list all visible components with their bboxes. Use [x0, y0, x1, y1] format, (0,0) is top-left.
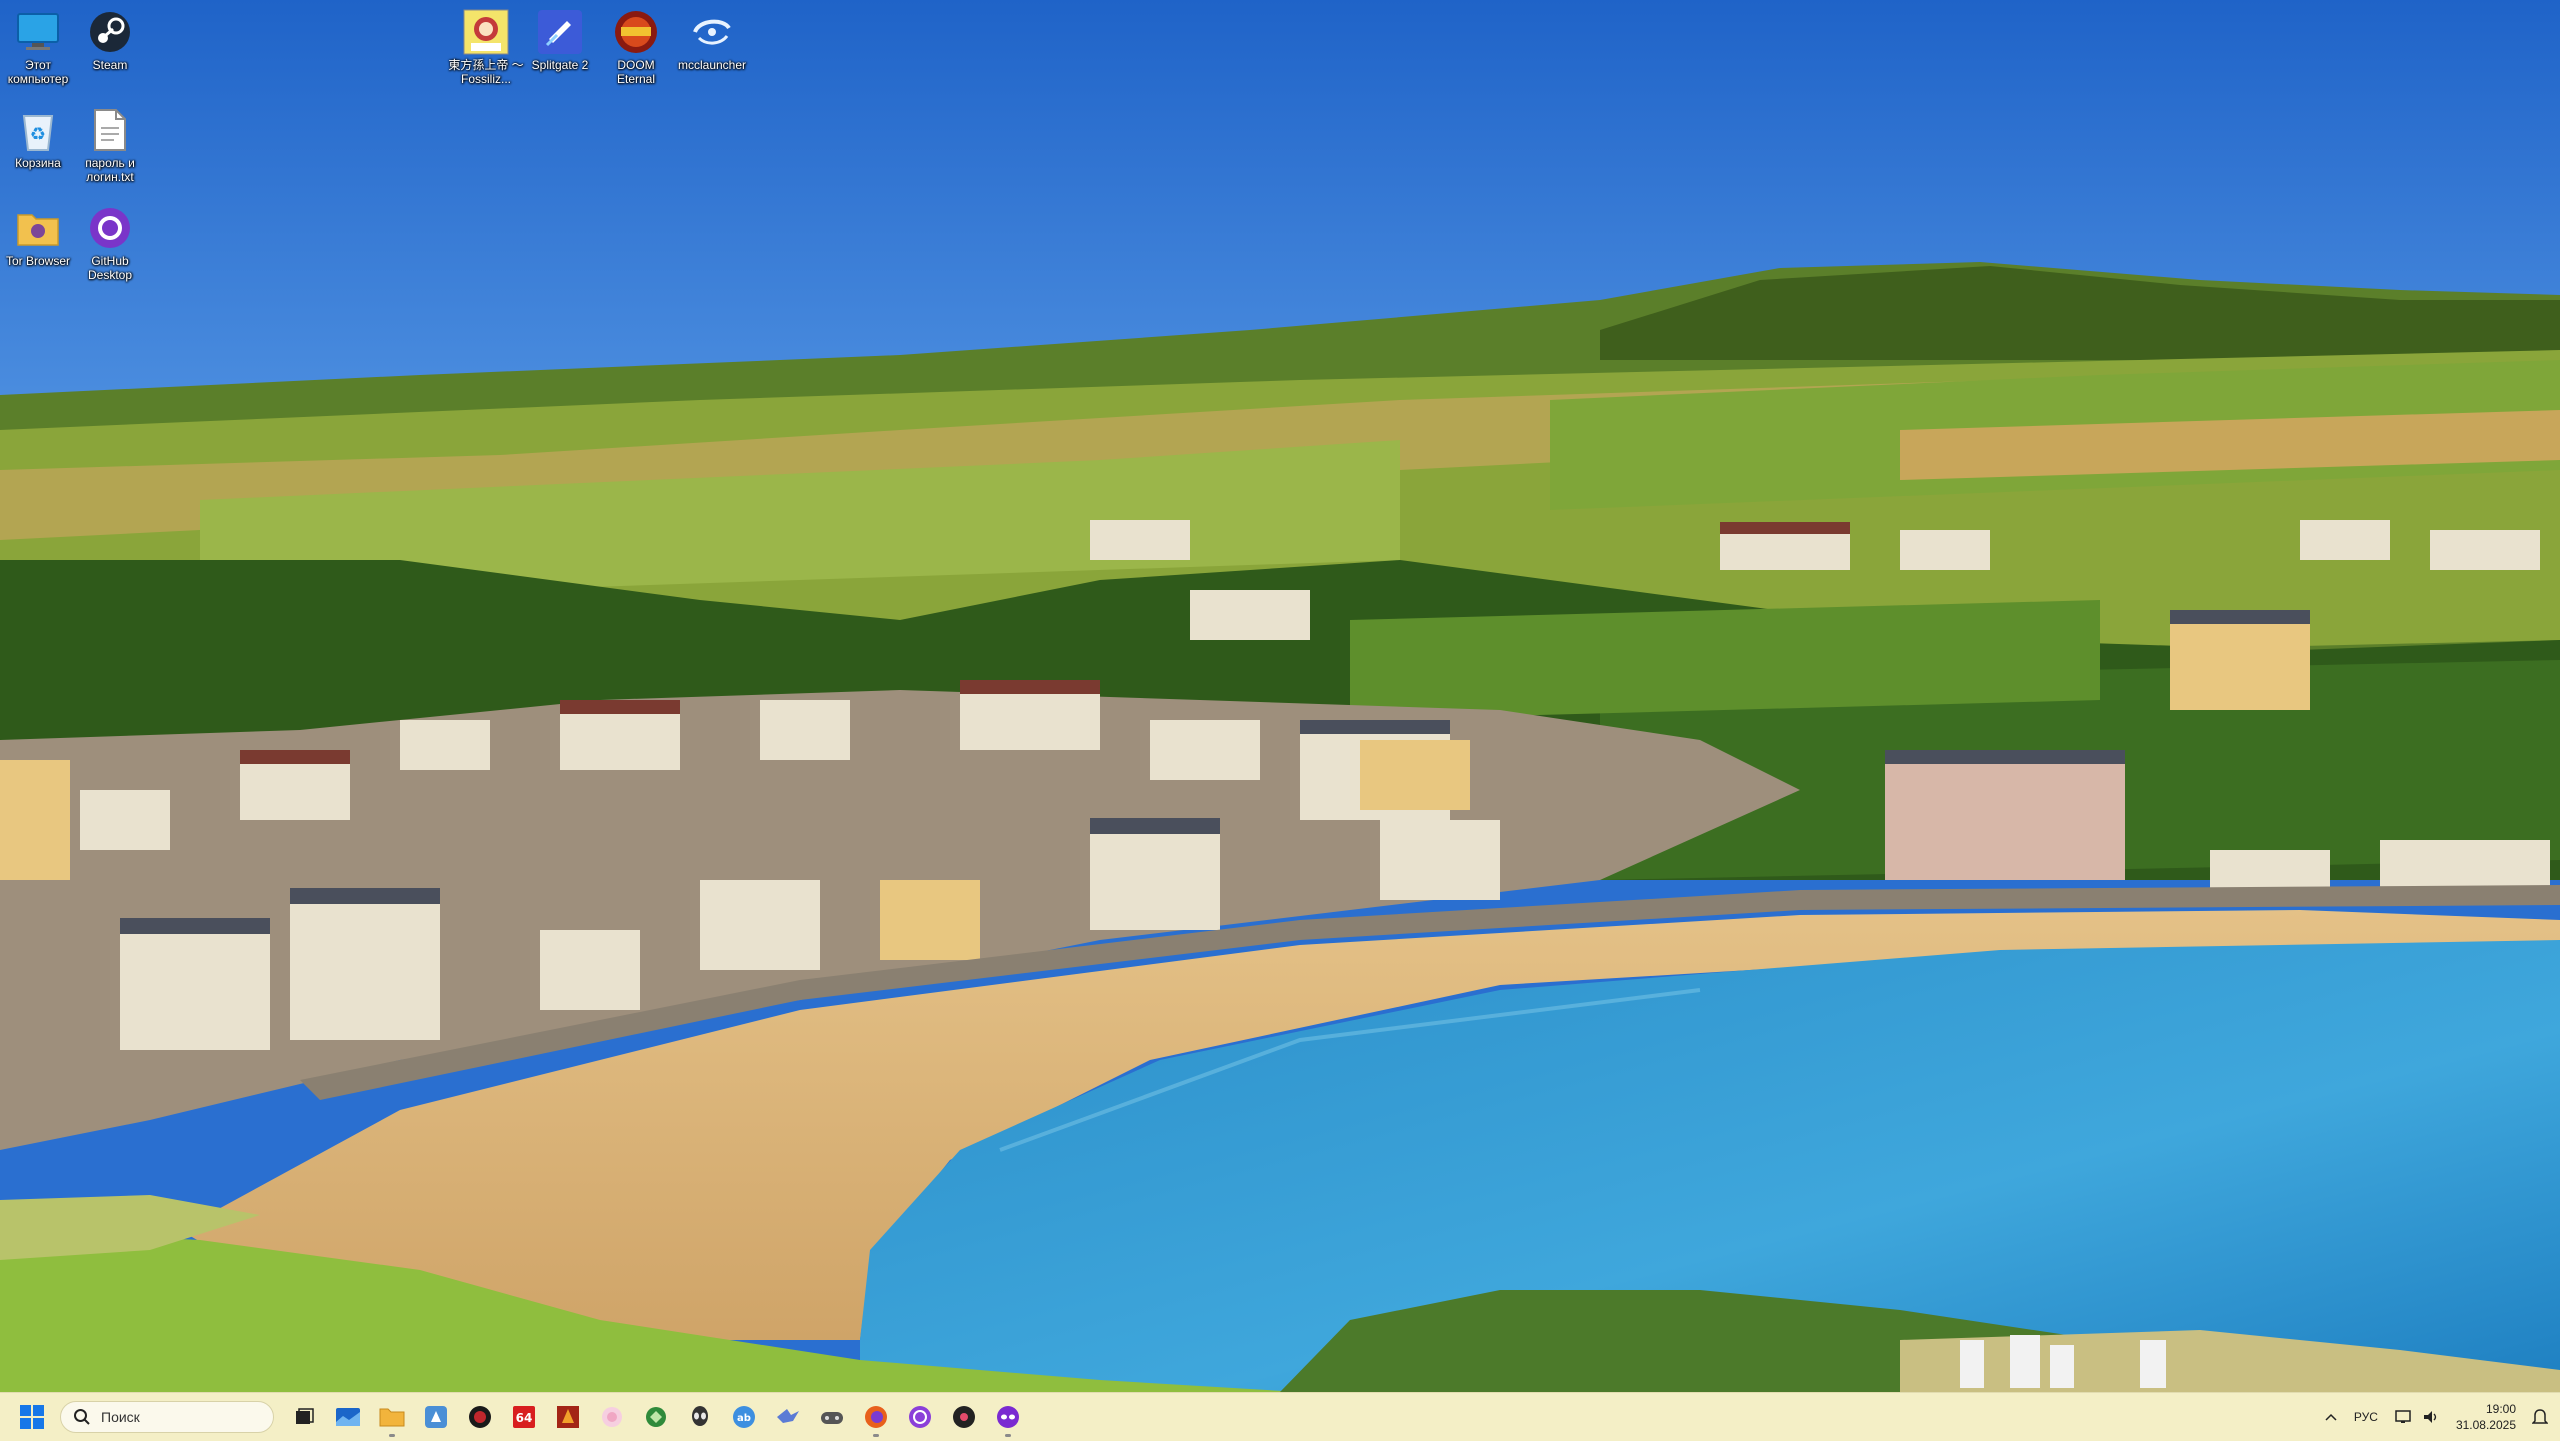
- monitor-icon: [14, 8, 62, 56]
- start-button[interactable]: [16, 1401, 48, 1433]
- doom-icon: [612, 8, 660, 56]
- search-placeholder: Поиск: [101, 1409, 140, 1425]
- taskbar-app-17[interactable]: [986, 1399, 1030, 1437]
- svg-text:ab: ab: [737, 1413, 751, 1424]
- system-tray: РУС 19:00 31.08.2025: [2316, 1393, 2560, 1441]
- taskbar-app-8[interactable]: [590, 1399, 634, 1435]
- desktop-icon-recycle-bin[interactable]: ♻ Корзина: [0, 100, 76, 170]
- tray-overflow-button[interactable]: [2316, 1412, 2346, 1422]
- desktop-icon-github-desktop[interactable]: GitHub Desktop: [72, 198, 148, 282]
- taskbar-app-16[interactable]: [942, 1399, 986, 1435]
- desktop-icon-label: Splitgate 2: [531, 58, 589, 72]
- desktop-icon-label: DOOM Eternal: [616, 58, 656, 86]
- pink-app-icon: [602, 1407, 622, 1427]
- taskbar: Поиск 64 ab РУС 19:00 31.08.2025: [0, 1392, 2560, 1441]
- desktop-icon-touhou[interactable]: 東方孫上帝 ～ Fossiliz...: [448, 2, 524, 86]
- blue-chat-icon: ab: [733, 1406, 755, 1428]
- firefox-icon: [865, 1406, 887, 1428]
- pinned-apps: 64 ab: [282, 1399, 1030, 1437]
- desktop-icon-text-file[interactable]: пароль и логин.txt: [72, 100, 148, 184]
- clock[interactable]: 19:00 31.08.2025: [2448, 1401, 2524, 1433]
- desktop-icon-this-pc[interactable]: Этот компьютер: [0, 2, 76, 86]
- desktop-icon-label: Tor Browser: [5, 254, 70, 268]
- taskbar-app-12[interactable]: [766, 1399, 810, 1435]
- desktop-icon-doom-eternal[interactable]: DOOM Eternal: [598, 2, 674, 86]
- recycle-bin-icon: ♻: [14, 106, 62, 154]
- steam-icon: [86, 8, 134, 56]
- taskbar-app-7[interactable]: [546, 1399, 590, 1435]
- desktop-icon-steam[interactable]: Steam: [72, 2, 148, 72]
- taskbar-widgets[interactable]: [326, 1399, 370, 1435]
- widgets-icon: [336, 1408, 360, 1426]
- taskbar-app-9[interactable]: [634, 1399, 678, 1435]
- red-64-icon: 64: [513, 1406, 535, 1428]
- chevron-up-icon: [2325, 1413, 2337, 1421]
- taskbar-app-5[interactable]: [458, 1399, 502, 1435]
- desktop-icon-label: пароль и логин.txt: [85, 156, 135, 184]
- language-indicator[interactable]: РУС: [2346, 1410, 2386, 1424]
- gamepad-icon: [821, 1412, 843, 1424]
- desktop-icon-label: Этот компьютер: [7, 58, 69, 86]
- purple-circle-icon: [909, 1406, 931, 1428]
- touhou-game-icon: [462, 8, 510, 56]
- search-icon: [74, 1409, 90, 1425]
- desktop-icon-label: GitHub Desktop: [87, 254, 133, 282]
- app-blue-icon: [425, 1406, 447, 1428]
- task-view-icon: [296, 1408, 314, 1424]
- taskbar-task-view[interactable]: [282, 1399, 326, 1435]
- taskbar-app-11[interactable]: ab: [722, 1399, 766, 1435]
- taskbar-app-14[interactable]: [854, 1399, 898, 1437]
- doom-small-icon: [557, 1406, 579, 1428]
- desktop-icon-label: Корзина: [15, 156, 61, 170]
- red-circle-icon: [469, 1406, 491, 1428]
- taskbar-app-10[interactable]: [678, 1399, 722, 1435]
- running-indicator: [1005, 1434, 1011, 1437]
- network-volume-group[interactable]: [2386, 1409, 2448, 1425]
- desktop-icon-mcclauncher[interactable]: mcclauncher: [674, 2, 750, 72]
- github-icon: [86, 204, 134, 252]
- volume-icon: [2423, 1411, 2437, 1423]
- svg-text:♻: ♻: [30, 124, 46, 145]
- launcher-icon: [688, 8, 736, 56]
- desktop-icon-label: 東方孫上帝 ～ Fossiliz...: [448, 58, 524, 86]
- dark-app-icon: [953, 1406, 975, 1428]
- desktop-wallpaper: [0, 0, 2560, 1392]
- taskbar-app-6[interactable]: 64: [502, 1399, 546, 1435]
- notifications-button[interactable]: [2524, 1408, 2560, 1426]
- taskbar-app-13[interactable]: [810, 1399, 854, 1435]
- svg-text:64: 64: [516, 1411, 533, 1425]
- purple-mask-icon: [997, 1406, 1019, 1428]
- splitgate-icon: [536, 8, 584, 56]
- clock-date: 31.08.2025: [2455, 1418, 2516, 1432]
- bird-icon: [777, 1409, 799, 1423]
- folder-icon: [379, 1408, 405, 1427]
- taskbar-app-15[interactable]: [898, 1399, 942, 1435]
- taskbar-app-4[interactable]: [414, 1399, 458, 1435]
- desktop-icon-label: Steam: [92, 58, 128, 72]
- desktop-icon-splitgate[interactable]: Splitgate 2: [522, 2, 598, 72]
- text-file-icon: [86, 106, 134, 154]
- windows-logo-icon: [20, 1405, 44, 1429]
- green-app-icon: [646, 1407, 666, 1427]
- notification-bell-icon: [2532, 1409, 2548, 1424]
- desktop-icon-label: mcclauncher: [677, 58, 747, 72]
- taskbar-search[interactable]: Поиск: [60, 1401, 274, 1433]
- alien-icon: [692, 1406, 708, 1426]
- taskbar-file-explorer[interactable]: [370, 1399, 414, 1437]
- running-indicator: [389, 1434, 395, 1437]
- tor-folder-icon: [14, 204, 62, 252]
- running-indicator: [873, 1434, 879, 1437]
- clock-time: 19:00: [2485, 1402, 2516, 1416]
- desktop-icon-tor-browser[interactable]: Tor Browser: [0, 198, 76, 268]
- network-icon: [2395, 1410, 2411, 1423]
